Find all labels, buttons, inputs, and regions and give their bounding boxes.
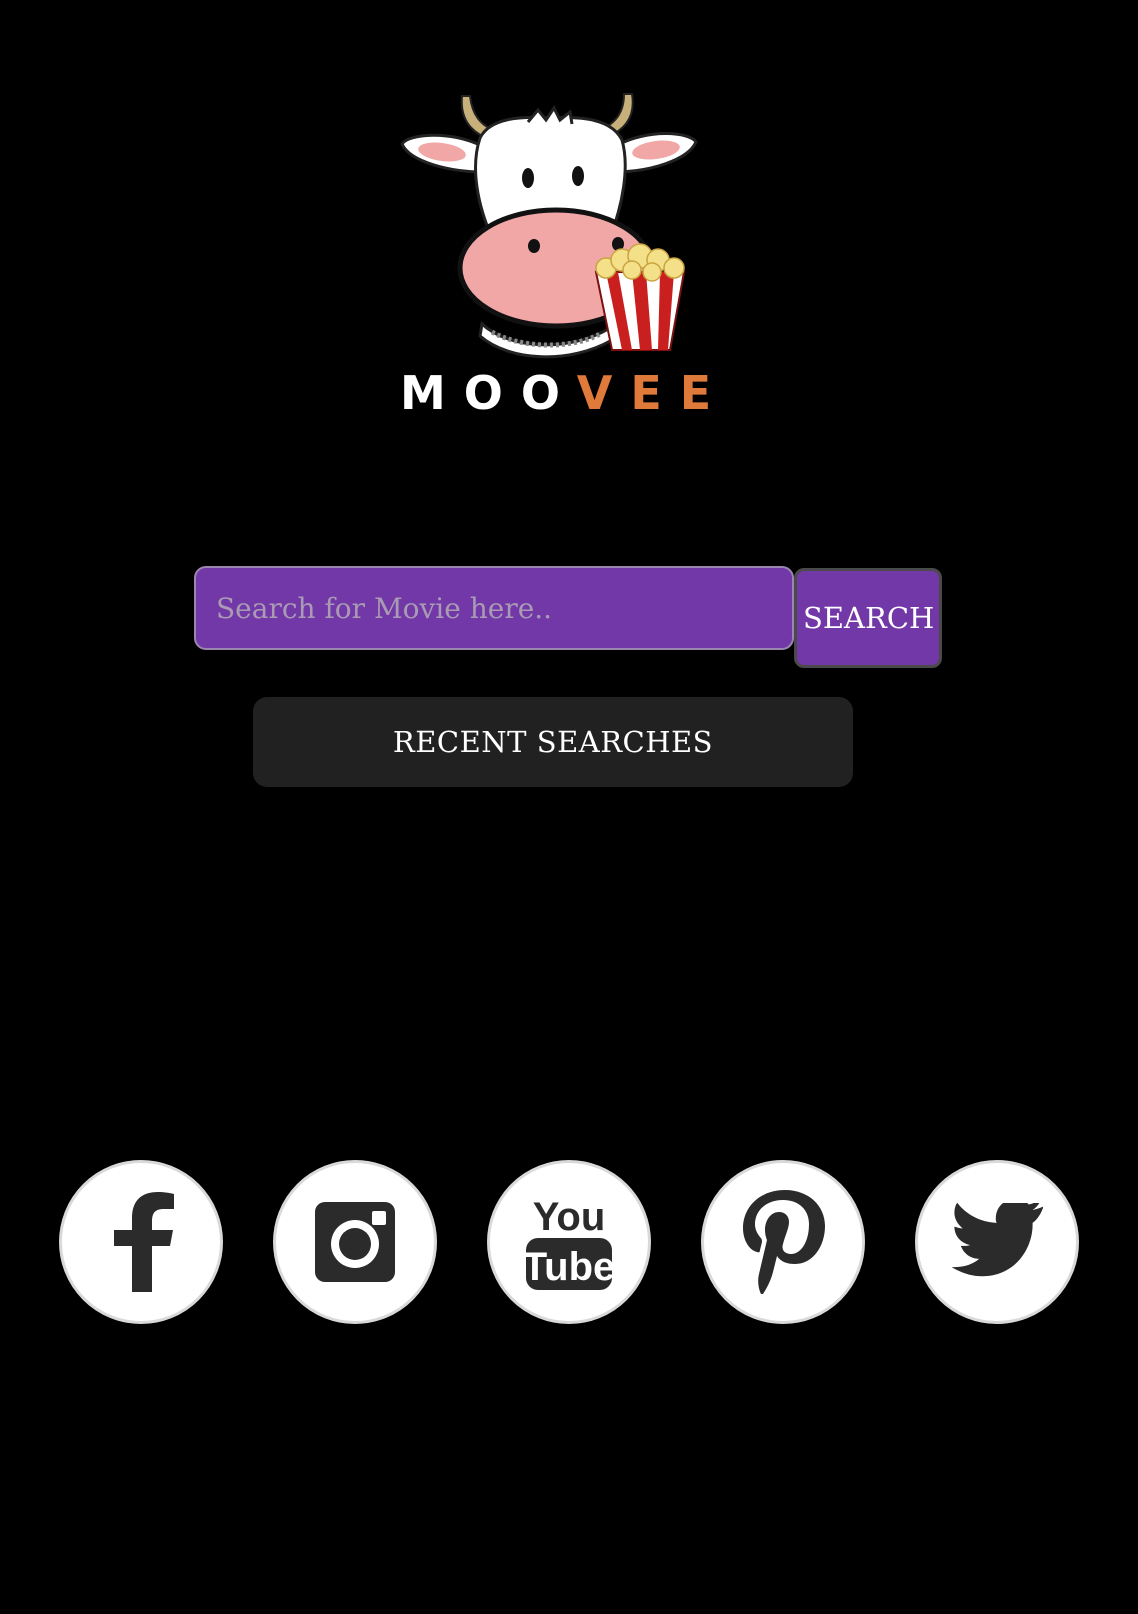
youtube-icon: You Tube [524,1195,614,1290]
facebook-button[interactable] [59,1160,223,1324]
search-button[interactable]: SEARCH [794,568,942,668]
pinterest-button[interactable] [701,1160,865,1324]
moovee-logo: MOOVEE [400,88,720,428]
youtube-button[interactable]: You Tube [487,1160,651,1324]
social-links: You Tube [0,1160,1138,1328]
brand-name-main: MOO [400,366,577,420]
pinterest-icon [743,1190,825,1294]
brand-name-accent: VEE [576,366,730,420]
brand-wordmark: MOOVEE [400,366,711,420]
recent-searches-button[interactable]: RECENT SEARCHES [253,697,853,787]
youtube-you-text: You [533,1195,606,1239]
twitter-icon [951,1203,1043,1277]
youtube-tube-text: Tube [524,1245,614,1289]
facebook-icon [114,1192,174,1292]
twitter-button[interactable] [915,1160,1079,1324]
search-bar: SEARCH [194,566,944,670]
instagram-icon [315,1202,395,1282]
instagram-button[interactable] [273,1160,437,1324]
search-input[interactable] [194,566,794,650]
